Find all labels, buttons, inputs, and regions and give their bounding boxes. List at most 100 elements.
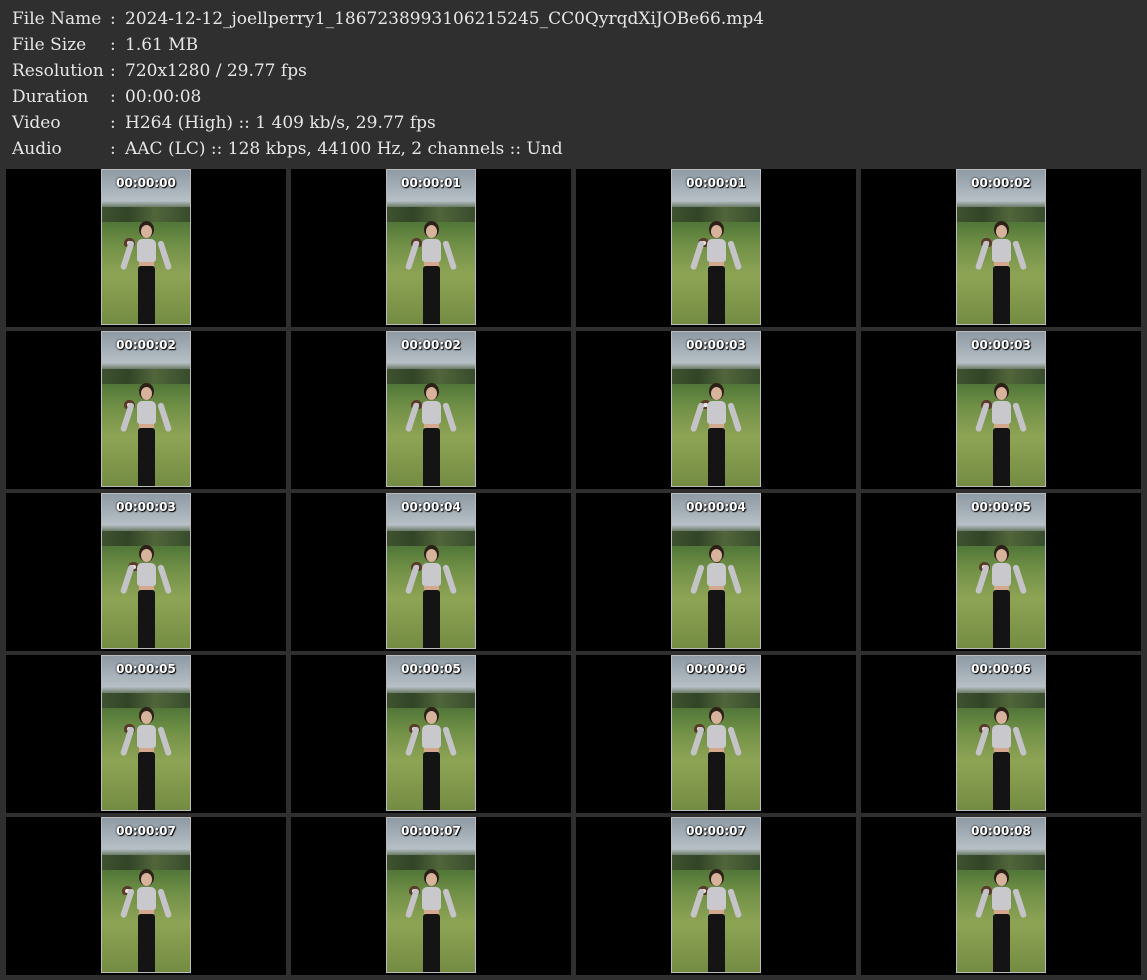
- video-frame-thumbnail: 00:00:03: [956, 331, 1046, 487]
- treeline: [387, 368, 475, 385]
- thumbnail-cell: 00:00:03: [576, 331, 856, 489]
- info-row-file-name: File Name:2024-12-12_joellperry1_1867238…: [12, 6, 764, 32]
- treeline: [387, 206, 475, 223]
- frame-timestamp: 00:00:00: [116, 176, 176, 190]
- frame-timestamp: 00:00:07: [401, 824, 461, 838]
- person-figure: [689, 225, 743, 324]
- thumbnail-cell: 00:00:02: [861, 169, 1141, 327]
- info-label: Duration: [12, 87, 89, 107]
- person-figure: [119, 387, 173, 486]
- info-row-file-size: File Size:1.61 MB: [12, 32, 764, 58]
- frame-timestamp: 00:00:02: [116, 338, 176, 352]
- video-frame-thumbnail: 00:00:07: [101, 817, 191, 973]
- thumbnail-cell: 00:00:04: [576, 493, 856, 651]
- treeline: [672, 206, 760, 223]
- person-figure: [974, 711, 1028, 810]
- info-label: File Name: [12, 9, 102, 29]
- person-figure: [404, 873, 458, 972]
- person-figure: [974, 387, 1028, 486]
- treeline: [957, 530, 1045, 547]
- person-figure: [404, 711, 458, 810]
- frame-timestamp: 00:00:06: [686, 662, 746, 676]
- info-label: Video: [12, 113, 61, 133]
- frame-timestamp: 00:00:07: [686, 824, 746, 838]
- frame-timestamp: 00:00:05: [971, 500, 1031, 514]
- frame-timestamp: 00:00:04: [401, 500, 461, 514]
- thumbnail-cell: 00:00:03: [861, 331, 1141, 489]
- info-separator: :: [110, 87, 116, 107]
- info-value: 1.61 MB: [125, 35, 199, 55]
- info-row-resolution: Resolution:720x1280 / 29.77 fps: [12, 58, 764, 84]
- info-separator: :: [110, 61, 116, 81]
- person-figure: [689, 549, 743, 648]
- frame-timestamp: 00:00:03: [971, 338, 1031, 352]
- video-frame-thumbnail: 00:00:07: [671, 817, 761, 973]
- info-separator: :: [110, 139, 116, 159]
- thumbnail-cell: 00:00:01: [291, 169, 571, 327]
- thumbnail-cell: 00:00:07: [576, 817, 856, 975]
- media-info-panel: File Name:2024-12-12_joellperry1_1867238…: [12, 6, 764, 162]
- frame-timestamp: 00:00:04: [686, 500, 746, 514]
- person-figure: [974, 225, 1028, 324]
- video-frame-thumbnail: 00:00:06: [671, 655, 761, 811]
- info-value: AAC (LC) :: 128 kbps, 44100 Hz, 2 channe…: [125, 139, 563, 159]
- frame-timestamp: 00:00:01: [686, 176, 746, 190]
- video-frame-thumbnail: 00:00:05: [956, 493, 1046, 649]
- video-frame-thumbnail: 00:00:02: [101, 331, 191, 487]
- info-value: 2024-12-12_joellperry1_18672389931062152…: [125, 9, 765, 29]
- frame-timestamp: 00:00:03: [116, 500, 176, 514]
- video-frame-thumbnail: 00:00:03: [671, 331, 761, 487]
- person-figure: [404, 387, 458, 486]
- treeline: [387, 530, 475, 547]
- treeline: [102, 368, 190, 385]
- video-frame-thumbnail: 00:00:07: [386, 817, 476, 973]
- frame-timestamp: 00:00:02: [971, 176, 1031, 190]
- thumbnail-cell: 00:00:05: [291, 655, 571, 813]
- video-frame-thumbnail: 00:00:00: [101, 169, 191, 325]
- info-separator: :: [110, 9, 116, 29]
- frame-timestamp: 00:00:05: [401, 662, 461, 676]
- treeline: [102, 206, 190, 223]
- thumbnail-grid: 00:00:00 00:00:01 00:00:01 00:00:02 00:00:02…: [6, 169, 1141, 975]
- info-value: H264 (High) :: 1 409 kb/s, 29.77 fps: [125, 113, 436, 133]
- treeline: [672, 368, 760, 385]
- frame-timestamp: 00:00:02: [401, 338, 461, 352]
- treeline: [957, 854, 1045, 871]
- thumbnail-cell: 00:00:04: [291, 493, 571, 651]
- treeline: [672, 854, 760, 871]
- thumbnail-cell: 00:00:03: [6, 493, 286, 651]
- thumbnail-cell: 00:00:07: [291, 817, 571, 975]
- person-figure: [689, 873, 743, 972]
- person-figure: [974, 549, 1028, 648]
- info-row-video: Video: H264 (High) :: 1 409 kb/s, 29.77 f…: [12, 110, 764, 136]
- info-row-audio: Audio: AAC (LC) :: 128 kbps, 44100 Hz, 2 …: [12, 136, 764, 162]
- video-frame-thumbnail: 00:00:03: [101, 493, 191, 649]
- info-label: File Size: [12, 35, 87, 55]
- thumbnail-cell: 00:00:07: [6, 817, 286, 975]
- treeline: [387, 692, 475, 709]
- video-frame-thumbnail: 00:00:01: [671, 169, 761, 325]
- person-figure: [404, 225, 458, 324]
- info-separator: :: [110, 113, 116, 133]
- treeline: [102, 692, 190, 709]
- person-figure: [974, 873, 1028, 972]
- person-figure: [119, 873, 173, 972]
- treeline: [672, 692, 760, 709]
- video-frame-thumbnail: 00:00:04: [671, 493, 761, 649]
- treeline: [102, 530, 190, 547]
- frame-timestamp: 00:00:08: [971, 824, 1031, 838]
- person-figure: [404, 549, 458, 648]
- person-figure: [689, 711, 743, 810]
- info-separator: :: [110, 35, 116, 55]
- info-row-duration: Duration:00:00:08: [12, 84, 764, 110]
- frame-timestamp: 00:00:03: [686, 338, 746, 352]
- treeline: [387, 854, 475, 871]
- frame-timestamp: 00:00:07: [116, 824, 176, 838]
- info-value: 720x1280 / 29.77 fps: [125, 61, 307, 81]
- info-label: Audio: [12, 139, 62, 159]
- person-figure: [689, 387, 743, 486]
- treeline: [957, 206, 1045, 223]
- person-figure: [119, 225, 173, 324]
- thumbnail-cell: 00:00:08: [861, 817, 1141, 975]
- thumbnail-cell: 00:00:02: [291, 331, 571, 489]
